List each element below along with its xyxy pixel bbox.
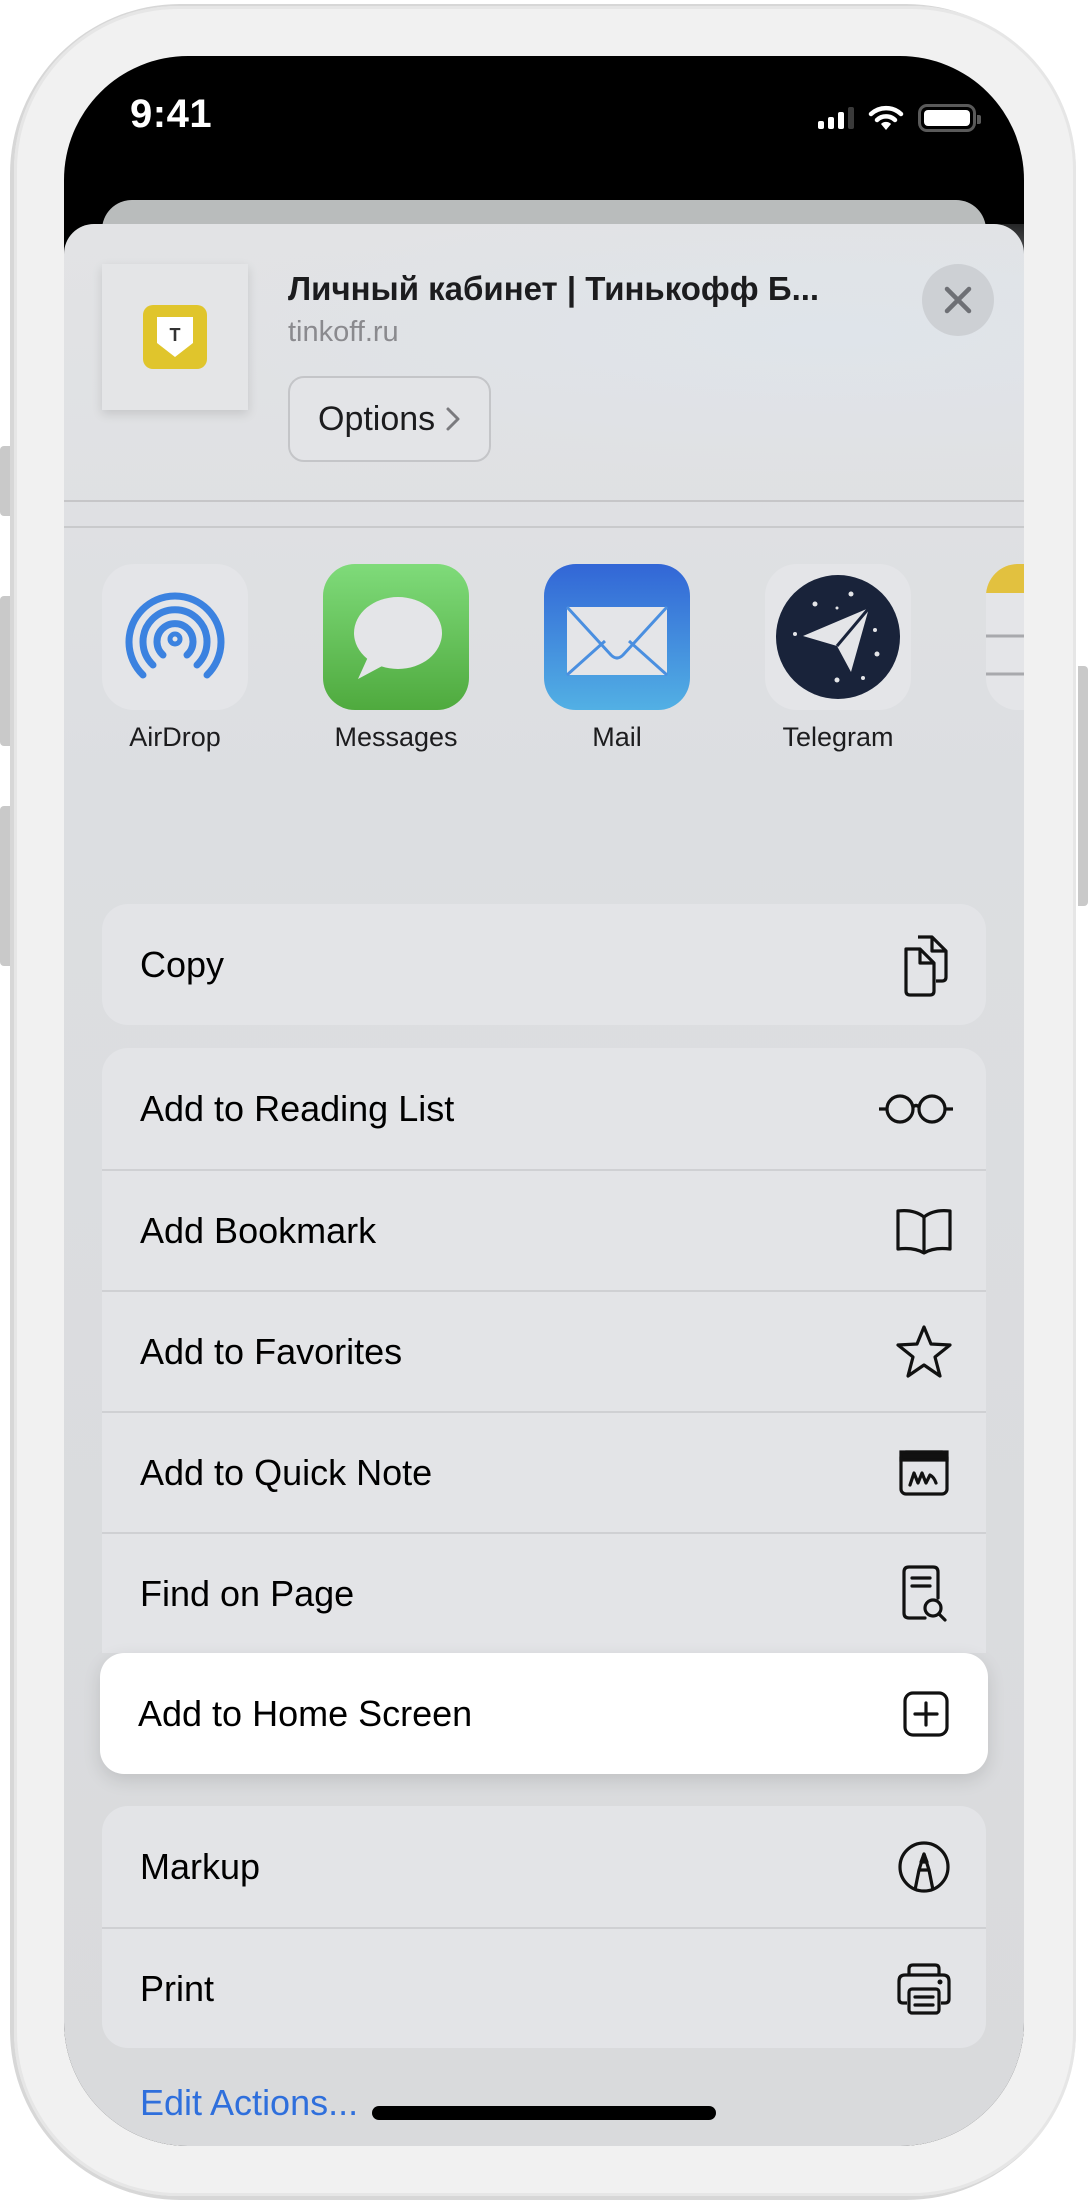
copy-icon [892, 933, 956, 997]
volume-down-button [0, 806, 10, 966]
chevron-right-icon [446, 407, 460, 431]
options-button[interactable]: Options [288, 376, 492, 462]
glasses-icon [876, 1077, 956, 1141]
app-label: AirDrop [129, 722, 221, 752]
tinkoff-logo-icon: Т [143, 305, 207, 369]
action-add-to-quick-note[interactable]: Add to Quick Note [102, 1411, 986, 1532]
close-button[interactable] [922, 264, 994, 336]
app-mail[interactable]: Mail [544, 564, 690, 753]
power-button [1078, 666, 1088, 906]
action-add-to-reading-list[interactable]: Add to Reading List [102, 1048, 986, 1169]
app-share-row: AirDrop Messages Mail Telegram [64, 528, 1024, 842]
home-indicator[interactable] [372, 2106, 716, 2120]
app-telegram[interactable]: Telegram [765, 564, 911, 753]
action-add-bookmark[interactable]: Add Bookmark [102, 1169, 986, 1290]
close-icon [944, 286, 972, 314]
quick-note-icon [892, 1441, 956, 1505]
app-notes[interactable] [986, 564, 1024, 710]
battery-icon [918, 104, 981, 132]
tinkoff-letter: Т [170, 325, 181, 345]
action-label: Add to Favorites [140, 1330, 403, 1372]
action-find-on-page[interactable]: Find on Page [102, 1532, 986, 1653]
options-label: Options [318, 399, 436, 438]
airdrop-icon [102, 564, 248, 710]
mail-icon [544, 564, 690, 710]
share-sheet: Т Личный кабинет | Тинькофф Б... tinkoff… [64, 224, 1024, 2146]
screen: 9:41 Т Личный кабинет | Тинькофф Б... ti… [64, 56, 1024, 2146]
action-label: Add to Reading List [140, 1087, 455, 1129]
plus-square-icon [894, 1682, 958, 1746]
page-url: tinkoff.ru [288, 316, 399, 348]
share-header: Т Личный кабинет | Тинькофф Б... tinkoff… [64, 224, 1024, 502]
wifi-icon [868, 105, 904, 130]
action-copy[interactable]: Copy [102, 904, 986, 1025]
page-thumbnail: Т [102, 264, 248, 410]
edit-actions-link[interactable]: Edit Actions... [140, 2082, 358, 2124]
star-icon [892, 1320, 956, 1384]
action-label: Markup [140, 1845, 261, 1887]
action-markup[interactable]: Markup [102, 1806, 986, 1927]
action-label: Add to Home Screen [138, 1692, 473, 1734]
action-add-to-home-screen[interactable]: Add to Home Screen [100, 1653, 988, 1774]
book-icon [892, 1199, 956, 1263]
app-airdrop[interactable]: AirDrop [102, 564, 248, 753]
action-add-to-favorites[interactable]: Add to Favorites [102, 1290, 986, 1411]
action-label: Add to Quick Note [140, 1451, 433, 1493]
action-label: Print [140, 1967, 215, 2009]
action-label: Add Bookmark [140, 1209, 377, 1251]
action-group-page: Add to Reading List Add Bookmark Add to … [100, 1048, 988, 1774]
markup-icon [892, 1835, 956, 1899]
action-label: Find on Page [140, 1572, 355, 1614]
status-icons [818, 104, 981, 132]
telegram-icon [765, 564, 911, 710]
cellular-signal-icon [818, 107, 854, 129]
app-label: Telegram [782, 722, 894, 752]
volume-up-button [0, 596, 10, 746]
action-group-copy: Copy [102, 904, 986, 1025]
notes-icon [986, 564, 1024, 710]
action-label: Copy [140, 943, 225, 985]
find-on-page-icon [892, 1562, 956, 1626]
page-title: Личный кабинет | Тинькофф Б... [288, 270, 820, 307]
printer-icon [892, 1957, 956, 2021]
action-print[interactable]: Print [102, 1927, 986, 2048]
app-messages[interactable]: Messages [323, 564, 469, 753]
status-time: 9:41 [130, 92, 213, 136]
messages-icon [323, 564, 469, 710]
app-label: Messages [334, 722, 458, 752]
app-label: Mail [592, 722, 642, 752]
action-group-tools: Markup Print [102, 1806, 986, 2048]
mute-switch [0, 446, 10, 516]
